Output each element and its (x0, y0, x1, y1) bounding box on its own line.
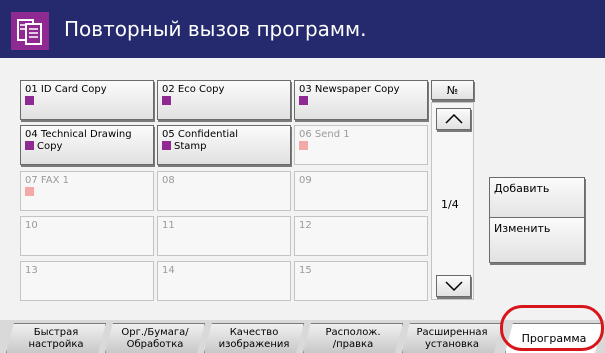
tab-label-line2: установка (424, 339, 480, 350)
chevron-up-icon (444, 114, 463, 124)
program-slot-line2 (299, 96, 427, 108)
program-slot-label: 13 (25, 265, 38, 276)
tab-label-line2: изображения (218, 339, 290, 350)
program-slot-line2: Copy (25, 141, 153, 153)
tab-label-line1: Располож. (325, 327, 381, 338)
program-icon (299, 141, 308, 150)
function-tab-bar: Быстрая настройка Орг./Бумага/ Обработка… (0, 320, 605, 353)
program-slot[interactable]: 12 (294, 216, 428, 256)
tab-image-quality[interactable]: Качество изображения (204, 323, 304, 353)
program-icon (25, 96, 34, 105)
program-slot-line2 (299, 141, 427, 153)
tab-org-paper-finishing[interactable]: Орг./Бумага/ Обработка (105, 323, 205, 353)
scroll-down-button[interactable] (436, 275, 471, 297)
tab-label-line1: Расширенная (416, 327, 488, 338)
chevron-down-icon (444, 281, 463, 291)
program-slot-label: 14 (162, 265, 175, 276)
program-slot-label: 02 Eco Copy (162, 84, 225, 95)
program-slot[interactable]: 04 Technical Drawing Copy (20, 125, 154, 165)
program-slot-label: 11 (162, 220, 175, 231)
program-slot-line2 (25, 187, 153, 199)
program-icon (162, 96, 171, 105)
program-slot[interactable]: 03 Newspaper Copy (294, 80, 428, 120)
program-slot-label: 07 FAX 1 (25, 175, 69, 186)
tab-label-line1: Быстрая (33, 327, 79, 338)
program-slot[interactable]: 08 (157, 171, 291, 211)
page-indicator: 1/4 (441, 198, 459, 211)
edit-button[interactable]: Изменить (489, 217, 585, 263)
tab-program[interactable]: Программа (505, 323, 603, 353)
program-recall-icon (11, 12, 49, 50)
program-slot[interactable]: 09 (294, 171, 428, 211)
tab-label-line1: Орг./Бумага/ (121, 327, 189, 338)
program-slot-label-2: Copy (37, 141, 63, 152)
program-slot[interactable]: 05 Confidential Stamp (157, 125, 291, 165)
tab-label: Программа (521, 332, 587, 345)
tab-label-line2: Обработка (126, 339, 184, 350)
program-icon (299, 96, 308, 105)
program-slot-label: 08 (162, 175, 175, 186)
program-slot-label: 01 ID Card Copy (25, 84, 107, 95)
program-slot-line2 (162, 96, 290, 108)
program-slot-label-2: Stamp (174, 141, 207, 152)
program-slot-label: 12 (299, 220, 312, 231)
program-slot[interactable]: 07 FAX 1 (20, 171, 154, 211)
program-slot-label: 06 Send 1 (299, 129, 350, 140)
program-slot-label: 05 Confidential (162, 129, 239, 140)
tab-quick-setup[interactable]: Быстрая настройка (6, 323, 106, 353)
scroll-up-button[interactable] (436, 108, 471, 130)
program-slot-label: 15 (299, 265, 312, 276)
program-slot-label: 09 (299, 175, 312, 186)
program-slot-label: 10 (25, 220, 38, 231)
program-slot[interactable]: 02 Eco Copy (157, 80, 291, 120)
page-title: Повторный вызов программ. (64, 17, 367, 41)
program-slot[interactable]: 14 (157, 261, 291, 301)
program-icon (25, 187, 34, 196)
tab-layout-edit[interactable]: Располож. /правка (303, 323, 403, 353)
program-slot[interactable]: 10 (20, 216, 154, 256)
title-bar: Повторный вызов программ. (0, 0, 605, 58)
program-slot[interactable]: 13 (20, 261, 154, 301)
program-slot[interactable]: 15 (294, 261, 428, 301)
program-slot[interactable]: 01 ID Card Copy (20, 80, 154, 120)
program-slot-line2: Stamp (162, 141, 290, 153)
tab-label-line1: Качество (229, 327, 279, 338)
program-slot-label: 03 Newspaper Copy (299, 84, 400, 95)
program-icon (162, 141, 171, 150)
program-slot-line2 (25, 96, 153, 108)
tab-label-line2: настройка (28, 339, 84, 350)
tab-advanced-setup[interactable]: Расширенная установка (402, 323, 502, 353)
program-slot-label: 04 Technical Drawing (25, 129, 132, 140)
program-slot[interactable]: 06 Send 1 (294, 125, 428, 165)
tab-label-line2: /правка (332, 339, 374, 350)
program-icon (25, 141, 34, 150)
number-button[interactable]: № (431, 80, 474, 100)
program-slot[interactable]: 11 (157, 216, 291, 256)
